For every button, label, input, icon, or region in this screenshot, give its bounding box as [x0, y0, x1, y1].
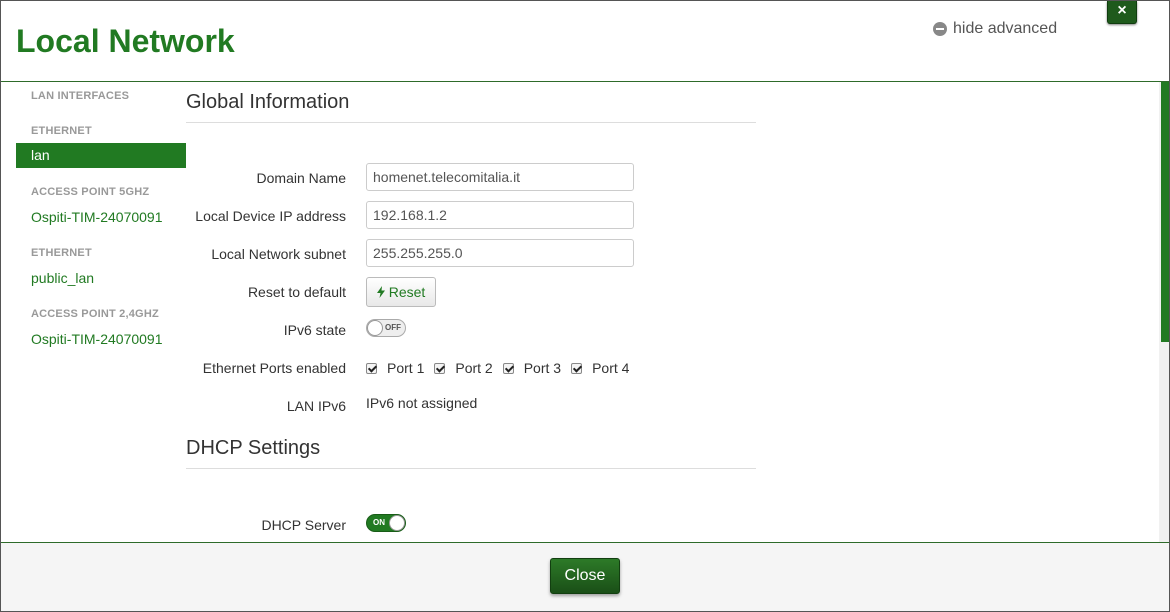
close-button[interactable]: Close — [550, 558, 620, 594]
sidebar-heading-access-point-5ghz: ACCESS POINT 5GHZ — [31, 186, 150, 198]
sidebar-heading-ethernet: ETHERNET — [31, 125, 92, 137]
port-1-label: Port 1 — [387, 360, 425, 376]
port-3-label: Port 3 — [523, 360, 562, 376]
reset-button[interactable]: Reset — [366, 277, 436, 307]
subnet-label: Local Network subnet — [211, 246, 346, 262]
section-title-global: Global Information — [186, 91, 350, 113]
reset-button-label: Reset — [388, 284, 426, 300]
sidebar-heading-lan-interfaces: LAN INTERFACES — [31, 90, 130, 102]
dhcp-server-toggle[interactable]: ON — [366, 514, 406, 532]
local-network-modal: Local Network hide advanced × LAN INTERF… — [0, 0, 1170, 612]
toggle-knob — [389, 515, 405, 531]
section-divider — [186, 122, 756, 123]
scrollbar-thumb[interactable] — [1161, 82, 1169, 342]
ipv6-state-label: IPv6 state — [283, 322, 346, 338]
section-divider — [186, 468, 756, 469]
sidebar-item-lan[interactable]: lan — [16, 143, 186, 168]
modal-header: Local Network hide advanced × — [1, 1, 1169, 82]
subnet-input[interactable] — [366, 239, 634, 267]
toggle-state-label: OFF — [385, 323, 401, 332]
port-4-option[interactable]: Port 4 — [571, 360, 629, 376]
toggle-knob — [367, 320, 383, 336]
reset-label: Reset to default — [247, 284, 346, 300]
sidebar: LAN INTERFACES ETHERNET lan ACCESS POINT… — [1, 82, 186, 542]
port-3-checkbox[interactable] — [502, 362, 514, 374]
port-4-label: Port 4 — [592, 360, 630, 376]
toggle-state-label: ON — [373, 518, 385, 527]
main-content: Global Information Domain Name Local Dev… — [186, 82, 1156, 542]
domain-name-label: Domain Name — [256, 170, 346, 186]
domain-name-input[interactable] — [366, 163, 634, 191]
hide-advanced-toggle[interactable]: hide advanced — [933, 20, 1057, 38]
sidebar-item-ospiti-5ghz[interactable]: Ospiti-TIM-24070091 — [31, 209, 163, 225]
sidebar-item-ospiti-24ghz[interactable]: Ospiti-TIM-24070091 — [31, 331, 163, 347]
lan-ipv6-label: LAN IPv6 — [286, 398, 346, 414]
port-2-option[interactable]: Port 2 — [434, 360, 493, 376]
local-ip-input[interactable] — [366, 201, 634, 229]
ethernet-ports-label: Ethernet Ports enabled — [202, 360, 346, 376]
modal-footer: Close — [1, 542, 1169, 611]
sidebar-heading-ethernet-2: ETHERNET — [31, 247, 92, 259]
sidebar-heading-access-point-24ghz: ACCESS POINT 2,4GHZ — [31, 308, 159, 320]
port-2-label: Port 2 — [455, 360, 493, 376]
close-icon[interactable]: × — [1107, 1, 1137, 24]
hide-advanced-label: hide advanced — [953, 20, 1058, 37]
port-1-option[interactable]: Port 1 — [366, 360, 424, 376]
minus-circle-icon — [933, 22, 947, 36]
section-title-dhcp: DHCP Settings — [186, 437, 321, 459]
dhcp-server-label: DHCP Server — [261, 517, 346, 533]
page-title: Local Network — [16, 23, 235, 59]
lan-ipv6-value: IPv6 not assigned — [366, 395, 478, 411]
sidebar-item-public-lan[interactable]: public_lan — [31, 270, 94, 286]
bolt-icon — [376, 286, 385, 298]
ipv6-state-toggle[interactable]: OFF — [366, 319, 406, 337]
port-1-checkbox[interactable] — [366, 362, 377, 374]
port-2-checkbox[interactable] — [434, 362, 446, 374]
port-3-option[interactable]: Port 3 — [502, 360, 562, 376]
port-4-checkbox[interactable] — [571, 362, 583, 374]
local-ip-label: Local Device IP address — [195, 208, 346, 224]
ethernet-ports-group: Port 1 Port 2 Port 3 Port 4 — [366, 360, 639, 376]
